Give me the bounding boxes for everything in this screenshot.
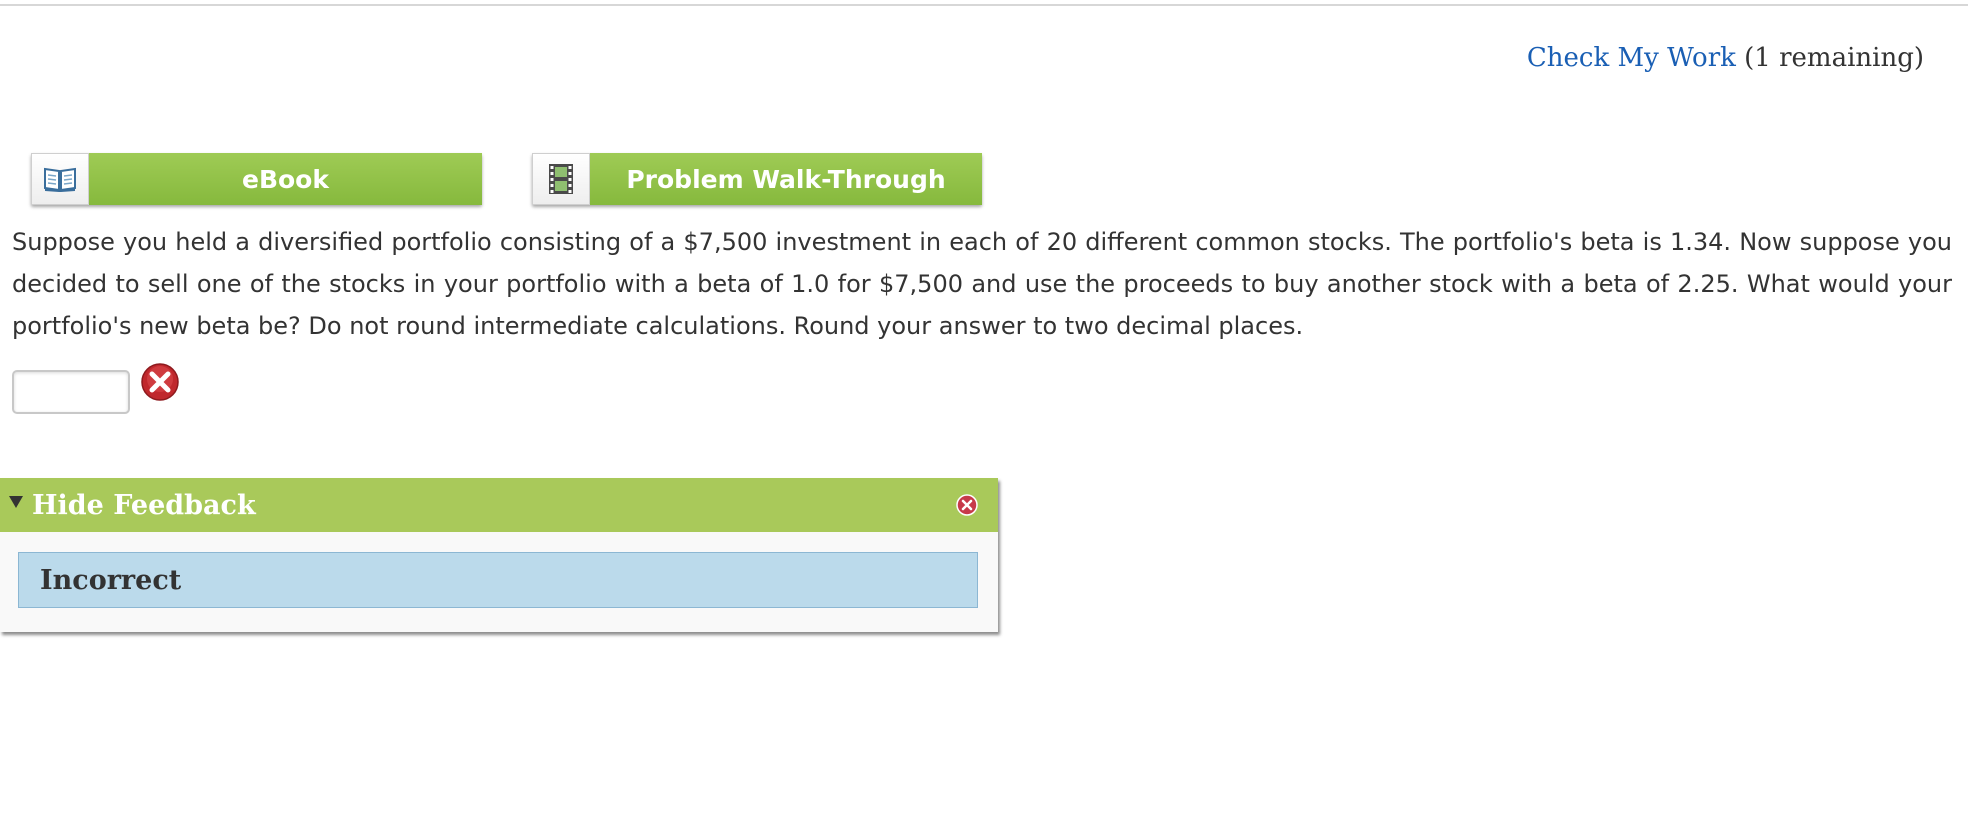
feedback-result-box: Incorrect xyxy=(18,552,978,608)
feedback-panel: Hide Feedback Incorrect xyxy=(0,478,998,632)
close-icon[interactable] xyxy=(956,494,978,516)
ebook-icon-box xyxy=(31,153,89,205)
ebook-button[interactable]: eBook xyxy=(31,153,482,205)
hide-feedback-toggle[interactable]: Hide Feedback xyxy=(0,478,998,532)
question-text: Suppose you held a diversified portfolio… xyxy=(12,228,1952,340)
book-icon xyxy=(44,167,76,192)
walkthrough-label: Problem Walk-Through xyxy=(590,153,982,205)
film-icon xyxy=(549,164,573,194)
feedback-result: Incorrect xyxy=(40,565,182,596)
collapse-triangle-icon xyxy=(9,496,23,508)
problem-walkthrough-button[interactable]: Problem Walk-Through xyxy=(532,153,982,205)
attempts-remaining: (1 remaining) xyxy=(1744,43,1924,73)
walkthrough-icon-box xyxy=(532,153,590,205)
check-my-work-link[interactable]: Check My Work xyxy=(1527,43,1736,73)
hide-feedback-label: Hide Feedback xyxy=(32,490,256,521)
top-divider xyxy=(0,4,1968,6)
answer-input[interactable] xyxy=(12,370,130,414)
incorrect-x-icon xyxy=(141,363,179,401)
check-my-work: Check My Work (1 remaining) xyxy=(1527,40,1924,76)
ebook-label: eBook xyxy=(89,153,482,205)
